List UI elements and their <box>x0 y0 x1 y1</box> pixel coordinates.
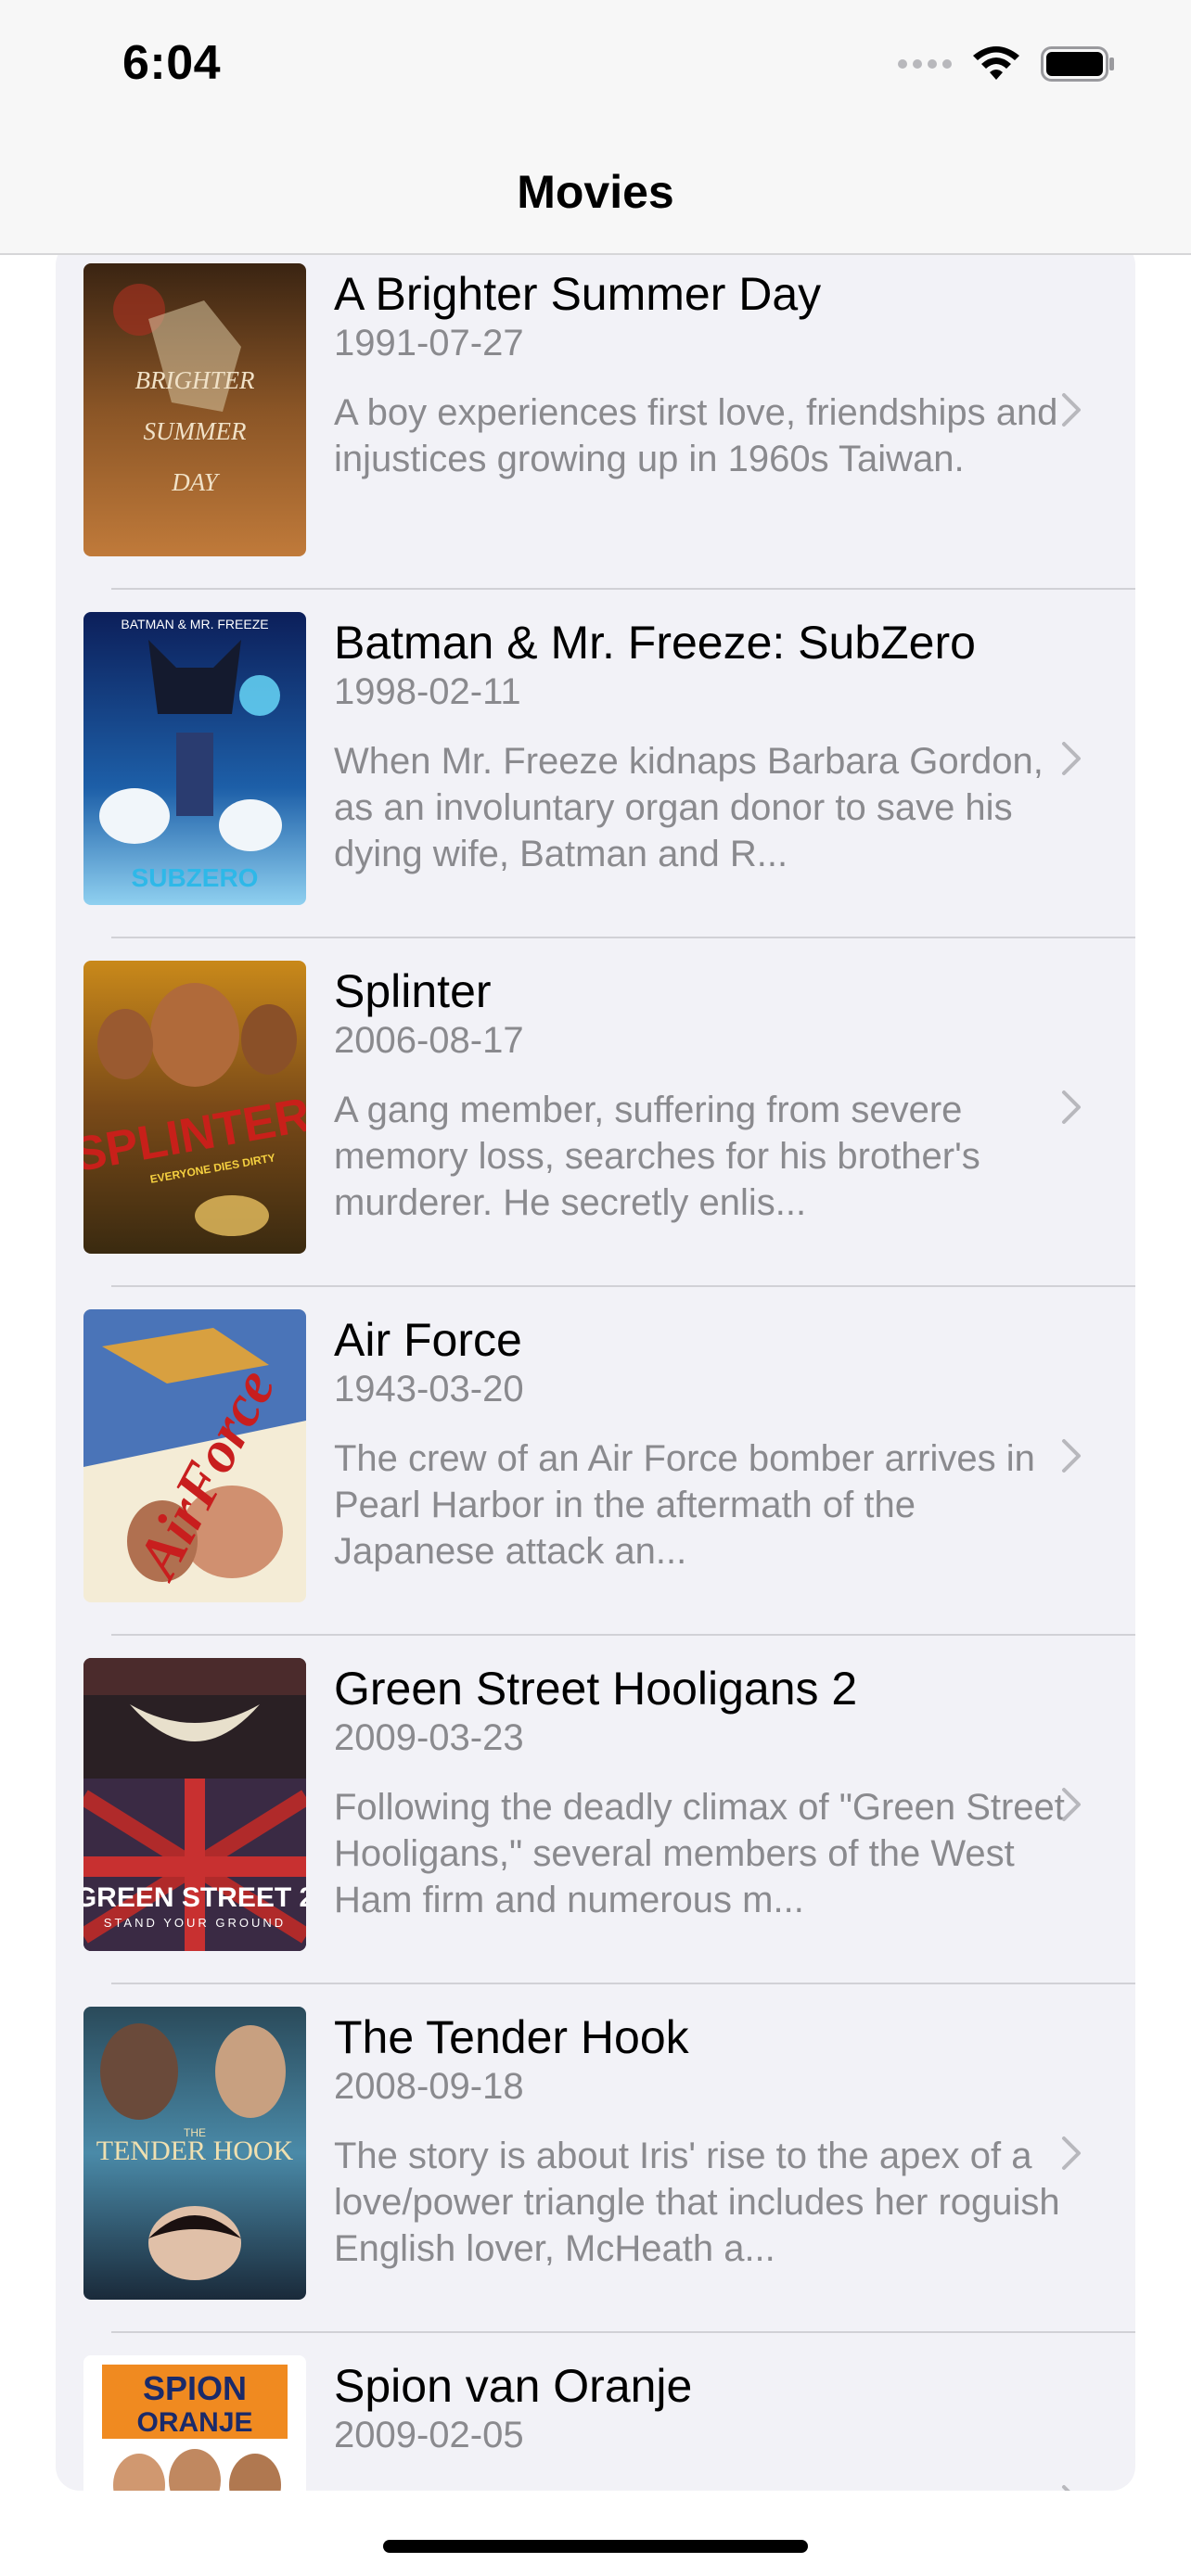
svg-text:GREEN STREET 2: GREEN STREET 2 <box>83 1882 306 1913</box>
chevron-right-icon <box>1062 742 1081 775</box>
movie-description: The story is about Iris' rise to the ape… <box>334 2136 1060 2269</box>
chevron-right-icon <box>1062 1439 1081 1473</box>
movie-poster: SPION ORANJE <box>83 2355 306 2491</box>
movie-row[interactable]: THE TENDER HOOK The Tender Hook 2008-09-… <box>56 1984 1135 2333</box>
movie-date: 1998-02-11 <box>334 671 521 712</box>
movie-row[interactable]: BATMAN & MR. FREEZE SUBZERO Batman & Mr.… <box>56 590 1135 938</box>
svg-text:STAND YOUR GROUND: STAND YOUR GROUND <box>104 1916 286 1930</box>
movie-list[interactable]: BRIGHTER SUMMER DAY A Brighter Summer Da… <box>56 241 1135 2491</box>
svg-text:SUBZERO: SUBZERO <box>132 863 259 892</box>
svg-text:TENDER HOOK: TENDER HOOK <box>96 2136 294 2166</box>
movie-description: A boy experiences first love, friendship… <box>334 392 1058 479</box>
svg-text:BRIGHTER: BRIGHTER <box>135 366 255 394</box>
movie-poster: BATMAN & MR. FREEZE SUBZERO <box>83 612 306 905</box>
status-icons <box>898 46 1115 82</box>
movie-row[interactable]: BRIGHTER SUMMER DAY A Brighter Summer Da… <box>56 241 1135 590</box>
movie-poster: AirForce <box>83 1309 306 1602</box>
status-time: 6:04 <box>122 36 222 90</box>
svg-text:SUMMER: SUMMER <box>144 417 247 445</box>
chevron-right-icon <box>1062 1090 1081 1124</box>
svg-text:DAY: DAY <box>171 468 221 496</box>
home-indicator[interactable] <box>383 2540 808 2553</box>
chevron-right-icon <box>1062 2136 1081 2170</box>
movie-title: The Tender Hook <box>334 2011 689 2063</box>
movie-title: Splinter <box>334 965 492 1017</box>
svg-text:BATMAN & MR. FREEZE: BATMAN & MR. FREEZE <box>121 617 268 631</box>
wifi-icon <box>973 46 1019 80</box>
chevron-right-icon <box>1062 393 1081 427</box>
movie-description: Following the deadly climax of "Green St… <box>334 1787 1065 1920</box>
chevron-right-icon <box>1062 2485 1070 2491</box>
movie-description: A gang member, suffering from severe mem… <box>334 1090 980 1223</box>
movie-title: Green Street Hooligans 2 <box>334 1663 858 1715</box>
movie-poster: THE TENDER HOOK <box>83 2007 306 2300</box>
svg-text:ORANJE: ORANJE <box>136 2407 252 2438</box>
movie-date: 2008-09-18 <box>334 2066 524 2107</box>
movie-date: 2009-03-23 <box>334 1717 524 1758</box>
movie-poster: BRIGHTER SUMMER DAY <box>83 263 306 556</box>
screen: 6:04 Movies BRIGHTER SUMMER DAY A Bright… <box>0 0 1191 2576</box>
cellular-signal-icon <box>898 59 952 69</box>
movie-poster: GREEN STREET 2 STAND YOUR GROUND <box>83 1658 306 1951</box>
battery-icon <box>1041 46 1114 82</box>
page-title: Movies <box>517 166 674 218</box>
movie-description: The crew of an Air Force bomber arrives … <box>334 1438 1035 1572</box>
movie-title: A Brighter Summer Day <box>334 268 822 320</box>
movie-row[interactable]: SPION ORANJE Spion van Oranje 2009-02-05 <box>56 2333 1135 2491</box>
movie-row[interactable]: AirForce Air Force 1943-03-20 The crew o… <box>56 1287 1135 1636</box>
navigation-bar: 6:04 Movies <box>0 0 1191 255</box>
movie-poster: SPLINTER EVERYONE DIES DIRTY <box>83 961 306 1254</box>
movie-date: 2009-02-05 <box>334 2415 524 2455</box>
movie-title: Batman & Mr. Freeze: SubZero <box>334 617 976 669</box>
svg-text:SPION: SPION <box>143 2369 247 2407</box>
movie-date: 2006-08-17 <box>334 1020 524 1061</box>
chevron-right-icon <box>1062 1788 1081 1821</box>
movie-date: 1991-07-27 <box>334 323 524 363</box>
movie-title: Spion van Oranje <box>334 2360 693 2412</box>
movie-date: 1943-03-20 <box>334 1369 524 1409</box>
movie-title: Air Force <box>334 1314 522 1366</box>
movie-row[interactable]: SPLINTER EVERYONE DIES DIRTY Splinter 20… <box>56 938 1135 1287</box>
movie-row[interactable]: GREEN STREET 2 STAND YOUR GROUND Green S… <box>56 1636 1135 1984</box>
movie-description: When Mr. Freeze kidnaps Barbara Gordon, … <box>334 741 1044 874</box>
